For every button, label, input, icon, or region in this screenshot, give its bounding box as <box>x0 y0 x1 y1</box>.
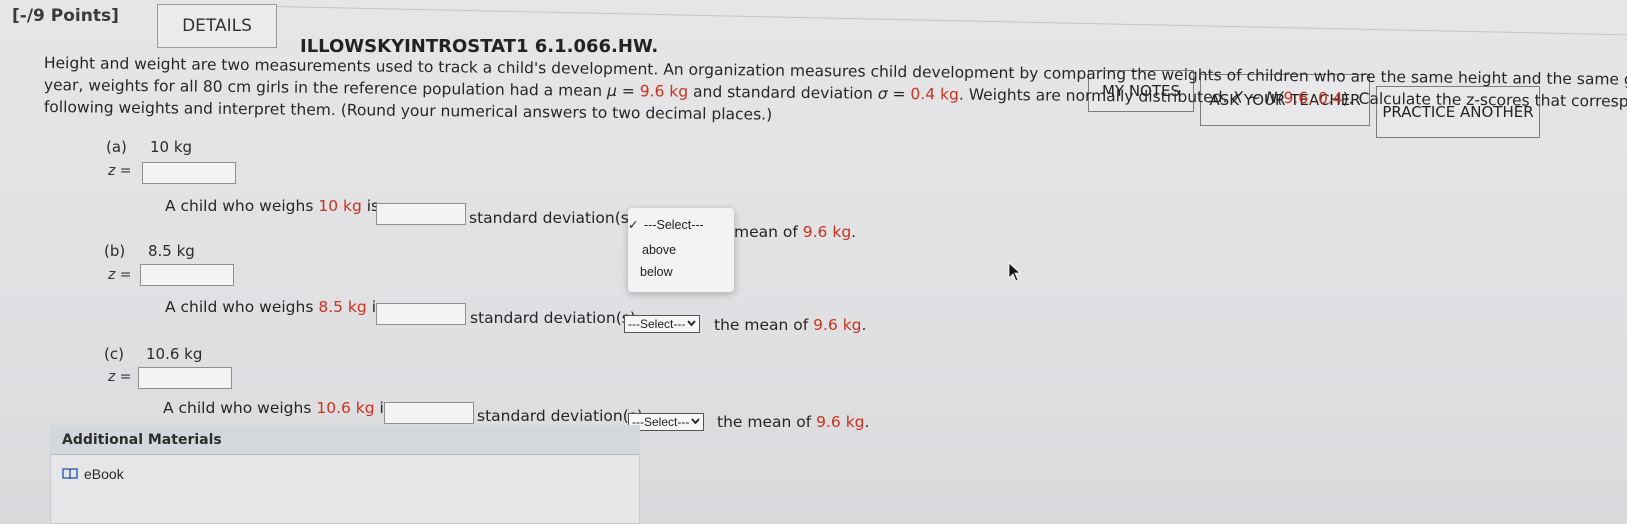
part-c-sentence-weight: 10.6 kg <box>316 399 375 417</box>
part-b-mean-text: the mean of 9.6 kg. <box>714 316 866 334</box>
select-value: ---Select--- <box>628 316 686 331</box>
additional-materials-panel <box>50 455 640 524</box>
sentence-text: the mean of <box>714 316 814 334</box>
sentence-text: the mean of <box>717 413 817 431</box>
part-b-z-label: z = <box>108 267 132 283</box>
select-value: ---Select--- <box>632 414 690 429</box>
ebook-link[interactable]: eBook <box>62 466 124 482</box>
part-a-sentence-weight: 10 kg <box>318 197 362 215</box>
distribution-notation: X ~ N( <box>1232 88 1284 107</box>
problem-line-3: following weights and interpret them. (R… <box>43 98 773 124</box>
part-a-z-label: z = <box>108 163 132 179</box>
problem-text: . Weights are normally distributed. <box>958 85 1233 107</box>
part-b-label: (b) <box>104 242 126 260</box>
sentence-text: mean of <box>734 223 803 241</box>
part-a-mean-value: 9.6 kg <box>802 223 852 241</box>
additional-materials-header: Additional Materials <box>50 425 640 455</box>
part-b-sd-text: standard deviation(s) <box>470 309 636 327</box>
points-label: [-/9 Points] <box>12 6 119 26</box>
dropdown-option-select[interactable]: ---Select--- <box>644 218 704 232</box>
direction-dropdown-menu[interactable]: ✓ ---Select--- above below <box>628 208 734 292</box>
part-c-mean-value: 9.6 kg <box>816 413 865 431</box>
sentence-text: A child who weighs <box>165 298 319 316</box>
part-c-z-label: z = <box>108 369 132 385</box>
part-a-sentence: A child who weighs 10 kg is <box>165 197 379 215</box>
part-a-z-input[interactable] <box>142 162 236 184</box>
mu-value: 9.6 kg <box>639 82 689 101</box>
part-a-sd-input[interactable] <box>376 203 466 225</box>
part-a-mean-text: mean of 9.6 kg. <box>734 223 856 241</box>
problem-text: year, weights for all 80 cm girls in the… <box>43 76 608 100</box>
part-b-z-input[interactable] <box>140 264 234 286</box>
dropdown-option-above[interactable]: above <box>642 243 676 257</box>
distribution-params: 9.6, 0.4 <box>1283 88 1343 108</box>
sentence-text: . <box>861 316 867 334</box>
part-a-label: (a) <box>106 138 127 156</box>
part-b-sentence: A child who weighs 8.5 kg is <box>165 298 384 316</box>
part-a-weight: 10 kg <box>150 138 193 156</box>
check-icon: ✓ <box>628 218 639 232</box>
part-b-sd-input[interactable] <box>376 303 466 325</box>
dropdown-option-below[interactable]: below <box>640 265 673 279</box>
sigma-value: 0.4 kg <box>910 85 959 104</box>
part-c-z-input[interactable] <box>138 367 232 389</box>
part-c-label: (c) <box>104 345 124 363</box>
part-a-sd-text: standard deviation(s <box>469 209 629 227</box>
assignment-title: ILLOWSKYINTROSTAT1 6.1.066.HW. <box>300 36 659 57</box>
header-divider <box>274 6 1627 36</box>
sentence-text: A child who weighs <box>163 399 317 417</box>
chevron-down-icon <box>687 320 697 327</box>
ebook-label: eBook <box>84 466 124 482</box>
mouse-cursor-icon <box>1008 262 1022 282</box>
sentence-text: A child who weighs <box>165 197 319 215</box>
details-button[interactable]: DETAILS <box>157 4 277 48</box>
part-b-mean-value: 9.6 kg <box>813 316 862 334</box>
part-c-sd-input[interactable] <box>384 402 474 424</box>
sentence-text: . <box>851 223 857 241</box>
problem-text: and standard deviation <box>688 82 878 103</box>
part-b-direction-select[interactable]: ---Select--- <box>624 313 701 333</box>
part-c-weight: 10.6 kg <box>146 345 203 363</box>
distribution-close: ). <box>1342 89 1354 108</box>
sigma-symbol: σ = <box>877 84 911 104</box>
book-icon <box>62 468 78 480</box>
part-c-sd-text: standard deviation(s) <box>477 407 643 425</box>
part-b-sentence-weight: 8.5 kg <box>318 298 367 316</box>
mu-symbol: μ = <box>606 81 640 101</box>
chevron-down-icon <box>691 418 701 425</box>
part-c-sentence: A child who weighs 10.6 kg is <box>163 399 392 417</box>
sentence-text: . <box>864 413 870 431</box>
part-c-mean-text: the mean of 9.6 kg. <box>717 413 869 431</box>
part-b-weight: 8.5 kg <box>148 242 195 260</box>
